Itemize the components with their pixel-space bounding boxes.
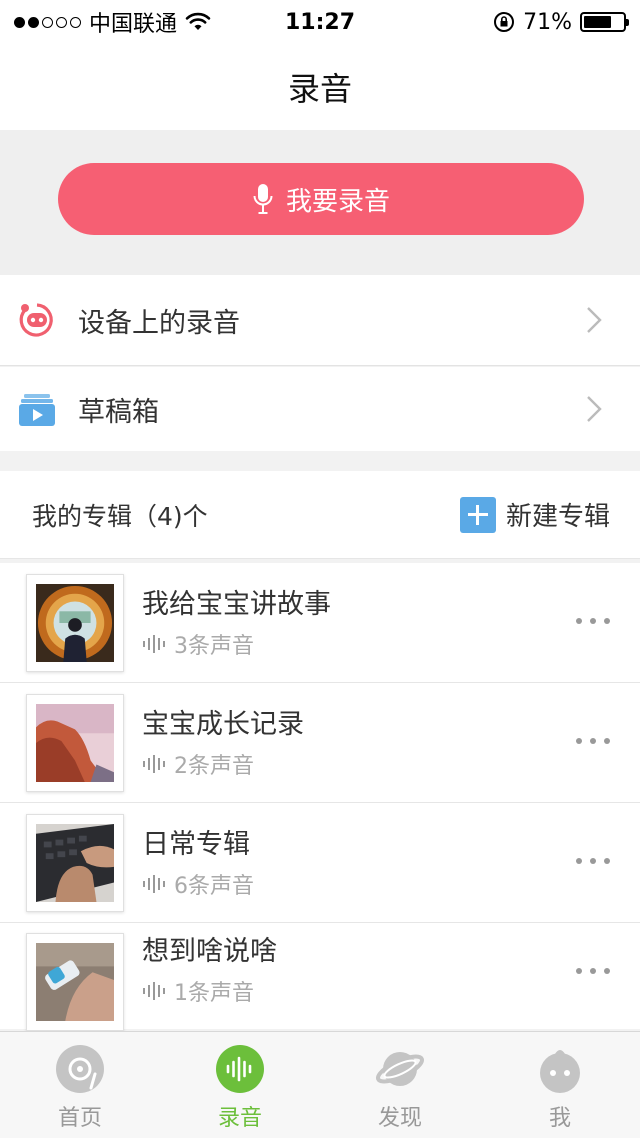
album-cover-image — [36, 943, 114, 1021]
sound-wave-icon — [143, 754, 165, 773]
microphone-icon — [253, 184, 273, 214]
more-options-button[interactable] — [576, 731, 610, 751]
record-area: 我要录音 — [0, 130, 640, 275]
more-options-button[interactable] — [576, 961, 610, 981]
nav-bar: 录音 — [0, 44, 640, 130]
carrier-name: 中国联通 — [89, 12, 178, 37]
albums-header: 我的专辑（4)个 新建专辑 — [0, 471, 640, 559]
album-track-count: 3条声音 — [174, 633, 254, 659]
drafts-item[interactable]: 草稿箱 — [0, 367, 640, 451]
more-options-button[interactable] — [576, 611, 610, 631]
tab-label: 录音 — [217, 1106, 262, 1131]
album-cover — [26, 813, 124, 912]
chevron-right-icon — [587, 396, 602, 422]
battery-icon — [580, 12, 629, 32]
drafts-label: 草稿箱 — [78, 396, 159, 428]
tab-label: 发现 — [377, 1106, 422, 1131]
wifi-icon — [185, 12, 211, 30]
rotation-lock-icon — [494, 12, 515, 32]
recording-screen: 中国联通 11:27 71% 录音 我要录音 设备上的录音 草稿箱 我的专辑（4… — [0, 0, 640, 1138]
more-options-button[interactable] — [576, 851, 610, 871]
tab-discover[interactable]: 发现 — [320, 1032, 480, 1138]
album-cover-image — [36, 583, 114, 662]
album-cover — [26, 573, 124, 672]
new-album-label: 新建专辑 — [505, 502, 610, 532]
chevron-right-icon — [587, 307, 602, 333]
sound-wave-icon — [143, 634, 165, 653]
tab-label: 首页 — [57, 1106, 102, 1131]
profile-face-icon — [540, 1050, 580, 1093]
page-title: 录音 — [287, 70, 352, 108]
album-row[interactable]: 日常专辑 6条声音 — [0, 803, 640, 923]
record-button-label: 我要录音 — [285, 186, 390, 217]
tab-bar: 首页 录音 发现 我 — [0, 1031, 640, 1138]
signal-strength-icon — [14, 16, 81, 28]
albums-title: 我的专辑（4)个 — [32, 501, 208, 531]
album-list: 我给宝宝讲故事 3条声音 宝宝成长记录 2条声音 日常专辑 6条声音 想到啥说啥… — [0, 563, 640, 1031]
disc-icon — [56, 1045, 104, 1093]
tab-me[interactable]: 我 — [480, 1032, 640, 1138]
new-album-button[interactable]: 新建专辑 — [459, 496, 610, 533]
device-recordings-item[interactable]: 设备上的录音 — [0, 275, 640, 366]
sound-wave-icon — [143, 982, 165, 1000]
waveform-icon — [216, 1045, 264, 1093]
album-row[interactable]: 想到啥说啥 1条声音 — [0, 923, 640, 1031]
album-cover-image — [36, 703, 114, 782]
plus-icon — [459, 496, 496, 533]
tab-home[interactable]: 首页 — [0, 1032, 160, 1138]
battery-percent: 71% — [523, 9, 572, 35]
planet-icon — [375, 1052, 425, 1086]
album-row[interactable]: 我给宝宝讲故事 3条声音 — [0, 563, 640, 683]
album-name: 宝宝成长记录 — [142, 708, 304, 740]
album-row[interactable]: 宝宝成长记录 2条声音 — [0, 683, 640, 803]
album-track-count: 2条声音 — [174, 753, 254, 779]
status-bar: 中国联通 11:27 71% — [0, 0, 640, 44]
battery-level-fill — [584, 16, 611, 28]
album-name: 日常专辑 — [142, 828, 250, 860]
album-track-count: 1条声音 — [174, 981, 254, 1006]
sound-wave-icon — [143, 874, 165, 893]
album-cover — [26, 693, 124, 792]
album-name: 想到啥说啥 — [142, 936, 277, 967]
robot-face-icon — [19, 303, 53, 337]
tab-record[interactable]: 录音 — [160, 1032, 320, 1138]
drafts-box-icon — [19, 394, 55, 426]
record-button[interactable]: 我要录音 — [58, 163, 584, 235]
album-cover — [26, 933, 124, 1031]
album-cover-image — [36, 823, 114, 902]
tab-label: 我 — [548, 1106, 571, 1131]
album-name: 我给宝宝讲故事 — [142, 588, 331, 620]
album-track-count: 6条声音 — [174, 873, 254, 899]
device-recordings-label: 设备上的录音 — [78, 307, 240, 339]
